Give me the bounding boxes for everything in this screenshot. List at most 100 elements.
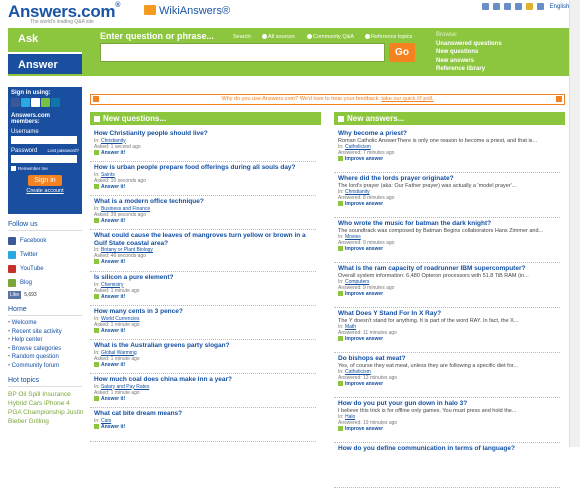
improve-answer-link[interactable]: Improve answer xyxy=(338,201,556,208)
home-recent-activity[interactable]: Recent site activity xyxy=(8,328,82,337)
wikianswers-logo[interactable]: WikiAnswers® xyxy=(144,5,230,17)
tagline: The world's leading Q&A site xyxy=(30,19,94,25)
home-community-forum[interactable]: Community forum xyxy=(8,362,82,371)
question-link[interactable]: How do you put your gun down in halo 3? xyxy=(338,400,556,408)
yahoo-icon[interactable] xyxy=(41,98,50,107)
improve-icon xyxy=(338,381,343,386)
facebook-icon[interactable] xyxy=(11,98,20,107)
username-field[interactable] xyxy=(11,136,77,144)
bookmark-icon[interactable] xyxy=(515,3,522,10)
wikianswers-text: WikiAnswers® xyxy=(159,5,231,17)
home-browse-categories[interactable]: Browse categories xyxy=(8,345,82,354)
linkedin-icon[interactable] xyxy=(51,98,60,107)
improve-icon xyxy=(338,291,343,296)
category-link[interactable]: Christianity xyxy=(101,138,126,144)
answer-it-link[interactable]: Answer it! xyxy=(94,217,312,225)
category-link[interactable]: Global Warming xyxy=(101,350,137,356)
search-input[interactable] xyxy=(100,43,385,62)
answer-icon xyxy=(94,423,99,429)
follow-twitter[interactable]: Twitter xyxy=(8,248,82,262)
question-link[interactable]: Where did the lords prayer originate? xyxy=(338,175,556,183)
follow-youtube[interactable]: YouTube xyxy=(8,262,82,276)
twitter-icon[interactable] xyxy=(21,98,30,107)
category-link[interactable]: Salary and Pay Rates xyxy=(101,384,149,390)
remember-me[interactable]: Remember me xyxy=(11,166,79,171)
scrollbar[interactable] xyxy=(569,0,580,447)
browse-unanswered[interactable]: Unanswered questions xyxy=(436,40,502,49)
question-link[interactable]: How much coal does china make inn a year… xyxy=(94,376,312,384)
category-link[interactable]: Chemistry xyxy=(101,282,124,288)
option-all-sources[interactable]: All sources xyxy=(262,34,295,40)
home-random-question[interactable]: Random question xyxy=(8,353,82,362)
answer-it-link[interactable]: Answer it! xyxy=(94,395,312,403)
home-icon[interactable] xyxy=(482,3,489,10)
create-account-link[interactable]: Create account xyxy=(11,188,79,194)
category-link[interactable]: Business and Finance xyxy=(101,206,150,212)
google-icon[interactable] xyxy=(31,98,40,107)
question-link[interactable]: What is the ram capacity of roadrunner I… xyxy=(338,265,556,273)
email-icon[interactable] xyxy=(493,3,500,10)
question-link[interactable]: How Christianity people should live? xyxy=(94,130,312,138)
follow-facebook[interactable]: Facebook xyxy=(8,234,82,248)
answer-it-link[interactable]: Answer it! xyxy=(94,423,312,431)
improve-answer-link[interactable]: Improve answer xyxy=(338,156,556,163)
home-help-center[interactable]: Help center xyxy=(8,336,82,345)
answer-it-link[interactable]: Answer it! xyxy=(94,327,312,335)
answer-it-link[interactable]: Answer it! xyxy=(94,259,312,266)
answer-it-link[interactable]: Answer it! xyxy=(94,293,312,301)
facebook-like[interactable]: Like 5,693 xyxy=(8,291,82,299)
improve-answer-link[interactable]: Improve answer xyxy=(338,426,556,433)
question-link[interactable]: Is silicon a pure element? xyxy=(94,274,312,282)
feedback-text: Why do you use Answers.com? We'd love to… xyxy=(221,96,380,102)
tab-answer[interactable]: Answer xyxy=(8,52,82,74)
option-community[interactable]: Community Q&A xyxy=(307,34,354,40)
in-label: In: xyxy=(94,171,100,178)
password-field[interactable] xyxy=(11,155,77,163)
tab-ask[interactable]: Ask xyxy=(8,28,82,52)
category-link[interactable]: Saints xyxy=(101,172,115,178)
category-link[interactable]: World Currencies xyxy=(101,316,140,322)
question-link[interactable]: What could cause the leaves of mangroves… xyxy=(94,232,312,247)
improve-answer-link[interactable]: Improve answer xyxy=(338,336,556,343)
help-icon[interactable] xyxy=(537,3,544,10)
follow-blog[interactable]: Blog xyxy=(8,276,82,290)
browse-new-questions[interactable]: New questions xyxy=(436,48,502,57)
answer-snippet: The soundtrack was composed by Batman Be… xyxy=(338,227,544,234)
improve-answer-link[interactable]: Improve answer xyxy=(338,246,556,253)
answer-it-link[interactable]: Answer it! xyxy=(94,183,312,191)
question-link[interactable]: Do bishops eat meat? xyxy=(338,355,556,363)
improve-icon xyxy=(338,336,343,341)
question-link[interactable]: What is a modern office technique? xyxy=(94,198,312,206)
answer-it-link[interactable]: Answer it! xyxy=(94,361,312,369)
question-link[interactable]: Why become a priest? xyxy=(338,130,556,138)
question-link[interactable]: What is the Australian greens party slog… xyxy=(94,342,312,350)
browse-new-answers[interactable]: New answers xyxy=(436,57,502,66)
improve-answer-link[interactable]: Improve answer xyxy=(338,381,556,388)
new-answers-title: New answers... xyxy=(347,114,405,123)
home-welcome[interactable]: Welcome xyxy=(8,319,82,328)
radio-icon xyxy=(262,34,267,39)
poll-link[interactable]: take our quick ill' poll. xyxy=(381,96,433,102)
improve-label: Improve answer xyxy=(345,246,384,252)
go-button[interactable]: Go xyxy=(389,43,415,62)
like-button[interactable]: Like xyxy=(8,291,22,299)
hot-topics-cloud[interactable]: BP Oil Spill Insurance Hybrid Cars iPhon… xyxy=(8,390,84,426)
print-icon[interactable] xyxy=(504,3,511,10)
trophy-icon[interactable] xyxy=(526,3,533,10)
answer-it-link[interactable]: Answer it! xyxy=(94,149,312,157)
question-link[interactable]: How is urban people prepare food offerin… xyxy=(94,164,312,172)
question-link[interactable]: How do you define communication in terms… xyxy=(338,445,556,453)
improve-answer-link[interactable]: Improve answer xyxy=(338,291,556,298)
answer-icon xyxy=(94,259,99,264)
question-link[interactable]: Who wrote the music for batman the dark … xyxy=(338,220,556,228)
question-link[interactable]: What Does Y Stand For In X Ray? xyxy=(338,310,556,318)
question-link[interactable]: What cat bite dream means? xyxy=(94,410,312,418)
close-icon[interactable] xyxy=(556,96,562,102)
sign-in-button[interactable]: Sign in xyxy=(28,175,62,186)
lost-password-link[interactable]: Lost password? xyxy=(47,148,79,153)
arrow-icon xyxy=(338,116,344,122)
list-item: Is silicon a pure element? In: Chemistry A… xyxy=(90,272,316,306)
option-reference[interactable]: Reference topics xyxy=(365,34,412,40)
browse-reference[interactable]: Reference library xyxy=(436,65,502,74)
question-link[interactable]: How many cents in 3 pence? xyxy=(94,308,312,316)
